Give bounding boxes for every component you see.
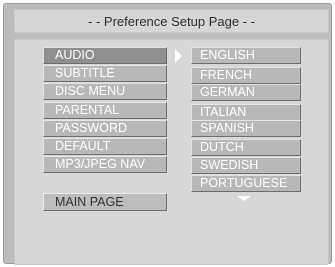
option-french[interactable]: FRENCH <box>191 67 301 84</box>
menu-item-mp3-jpeg-nav[interactable]: MP3/JPEG NAV <box>43 156 167 173</box>
page-title: - - Preference Setup Page - - <box>14 9 329 33</box>
option-italian[interactable]: ITALIAN <box>191 104 301 121</box>
option-spanish[interactable]: SPANISH <box>191 120 301 137</box>
option-swedish[interactable]: SWEDISH <box>191 157 301 174</box>
arrow-right-icon <box>175 49 182 63</box>
option-dutch[interactable]: DUTCH <box>191 139 301 156</box>
option-german[interactable]: GERMAN <box>191 84 301 101</box>
arrow-down-icon <box>237 196 251 201</box>
settings-panel: AUDIO SUBTITLE DISC MENU PARENTAL PASSWO… <box>14 39 329 265</box>
menu-item-disc-menu[interactable]: DISC MENU <box>43 83 167 100</box>
osd-screen: - - Preference Setup Page - - AUDIO SUBT… <box>3 3 332 265</box>
menu-item-password[interactable]: PASSWORD <box>43 120 167 137</box>
menu-item-parental[interactable]: PARENTAL <box>43 102 167 119</box>
option-portuguese[interactable]: PORTUGUESE <box>191 175 301 192</box>
menu-item-audio[interactable]: AUDIO <box>43 47 167 64</box>
menu-item-default[interactable]: DEFAULT <box>43 138 167 155</box>
option-english[interactable]: ENGLISH <box>191 47 301 64</box>
menu-item-subtitle[interactable]: SUBTITLE <box>43 65 167 82</box>
main-page-button[interactable]: MAIN PAGE <box>43 193 167 211</box>
